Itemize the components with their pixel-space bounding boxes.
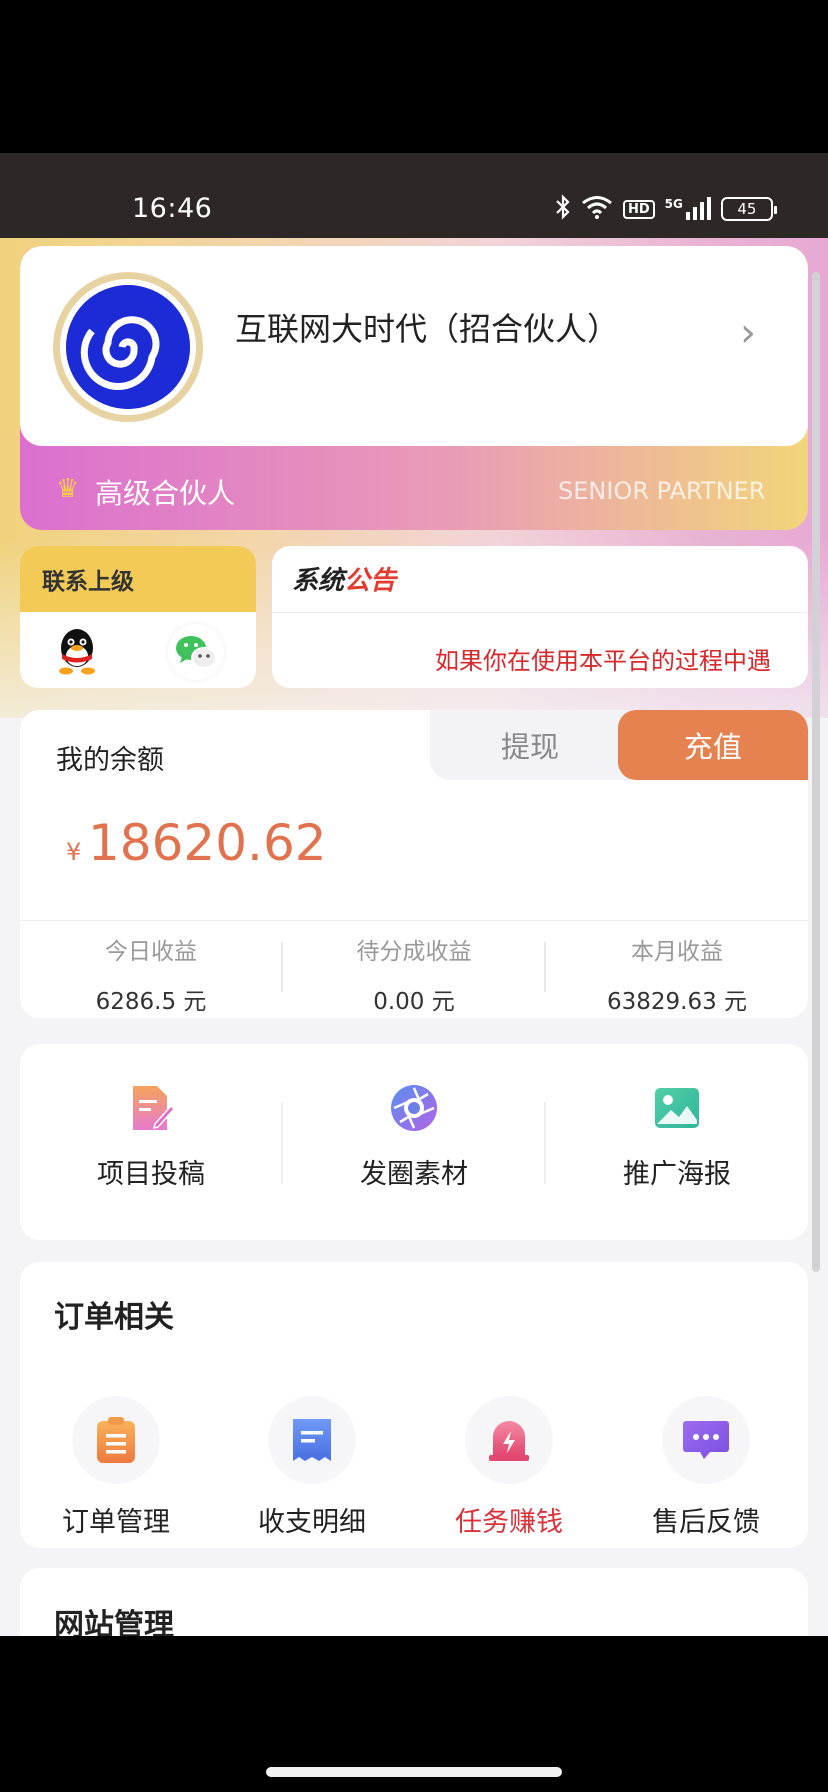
orders-title: 订单相关 (54, 1300, 174, 1335)
chat-bubble-icon (662, 1396, 750, 1484)
bluetooth-icon (555, 193, 571, 225)
task-earn-money[interactable]: 任务赚钱 (419, 1396, 599, 1539)
receipt-icon (268, 1396, 356, 1484)
notice-marquee[interactable]: 如果你在使用本平台的过程中遇 (435, 641, 780, 676)
stat-value: 63829.63 元 (606, 989, 748, 1015)
hd-icon: HD (623, 199, 655, 219)
stat-pending-earnings: 待分成收益 0.00 元 (283, 932, 545, 1016)
stat-month-earnings: 本月收益 63829.63 元 (546, 932, 808, 1016)
document-edit-icon (127, 1084, 176, 1132)
tool-project-submit[interactable]: 项目投稿 (20, 1084, 282, 1191)
system-notice-card[interactable]: 系统公告 如果你在使用本平台的过程中遇 (272, 546, 808, 688)
chevron-right-icon[interactable]: › (740, 310, 756, 356)
stat-value: 0.00 元 (373, 989, 455, 1015)
scrollbar[interactable] (812, 272, 820, 1272)
notice-divider (272, 612, 808, 613)
recharge-button[interactable]: 充值 (618, 710, 808, 780)
currency-symbol: ¥ (66, 838, 82, 866)
spiral-logo-icon (66, 285, 190, 409)
notice-title-black: 系统 (292, 566, 345, 596)
partner-level: 高级合伙人 (95, 477, 236, 510)
balance-card: 我的余额 提现 充值 ¥ 18620.62 今日收益 6286.5 元 待分成收… (20, 710, 808, 1018)
stat-label: 待分成收益 (356, 939, 472, 965)
crown-icon: ♛ (56, 474, 80, 504)
tools-card: 项目投稿 发圈素材 推广海报 (20, 1044, 808, 1240)
aperture-icon (390, 1084, 438, 1132)
stat-label: 今日收益 (105, 939, 197, 965)
app-screen: 互联网大时代（招合伙人） › ♛ 高级合伙人 SENIOR PARTNER 联系… (0, 238, 828, 1636)
contact-superior-card: 联系上级 (20, 546, 256, 688)
balance-amount: 18620.62 (88, 814, 327, 872)
partner-card[interactable]: 互联网大时代（招合伙人） › ♛ 高级合伙人 SENIOR PARTNER (20, 246, 808, 530)
tool-label: 推广海报 (623, 1159, 731, 1190)
wechat-icon[interactable] (168, 624, 224, 680)
top-bezel (0, 0, 828, 153)
site-management-card: 网站管理 (20, 1568, 808, 1636)
income-expense-detail[interactable]: 收支明细 (222, 1396, 402, 1539)
partner-info[interactable]: 互联网大时代（招合伙人） › (20, 246, 808, 446)
tool-promo-poster[interactable]: 推广海报 (546, 1084, 808, 1191)
site-management-title: 网站管理 (54, 1608, 174, 1636)
alarm-icon (465, 1396, 553, 1484)
qq-icon[interactable] (54, 626, 100, 676)
balance-divider (20, 920, 808, 921)
clipboard-icon (72, 1396, 160, 1484)
status-time: 16:46 (132, 193, 213, 224)
balance-title: 我的余额 (56, 745, 164, 776)
orders-card: 订单相关 订单管理 收支明细 任务赚钱 售后反馈 (20, 1262, 808, 1548)
tool-label: 项目投稿 (97, 1159, 205, 1190)
withdraw-button[interactable]: 提现 (430, 710, 630, 780)
partner-level-en: SENIOR PARTNER (558, 477, 766, 505)
tool-label: 发圈素材 (360, 1159, 468, 1190)
order-label: 订单管理 (62, 1507, 170, 1538)
stat-today-earnings: 今日收益 6286.5 元 (20, 932, 282, 1016)
signal-5g-icon: 5G (665, 197, 711, 221)
avatar (53, 272, 203, 422)
notice-title: 系统公告 (292, 560, 396, 597)
order-management[interactable]: 订单管理 (26, 1396, 206, 1539)
notice-title-red: 公告 (344, 566, 397, 596)
order-label: 收支明细 (258, 1507, 366, 1538)
order-label: 任务赚钱 (455, 1507, 563, 1538)
image-icon (653, 1084, 701, 1132)
battery-icon: 45 (720, 197, 777, 221)
stat-label: 本月收益 (631, 939, 723, 965)
order-label: 售后反馈 (652, 1507, 760, 1538)
contact-title: 联系上级 (20, 546, 256, 612)
wifi-icon (581, 195, 613, 224)
stat-value: 6286.5 元 (95, 989, 207, 1015)
network-label: 5G (664, 197, 683, 211)
after-sales-feedback[interactable]: 售后反馈 (616, 1396, 796, 1539)
status-icons: HD 5G 45 (555, 193, 777, 225)
home-indicator[interactable] (266, 1767, 562, 1777)
partner-name: 互联网大时代（招合伙人） (235, 310, 620, 348)
tool-circle-material[interactable]: 发圈素材 (283, 1084, 545, 1191)
